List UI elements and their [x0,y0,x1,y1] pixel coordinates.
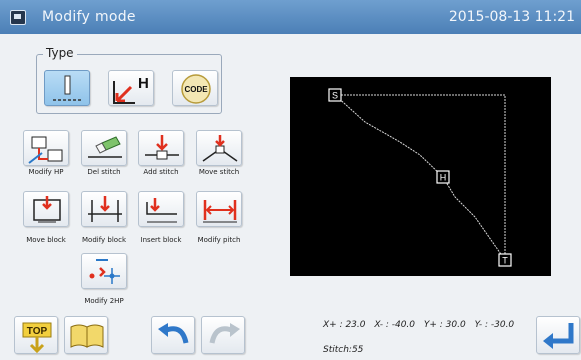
svg-text:H: H [440,173,447,183]
modify-pitch-button[interactable] [196,191,242,227]
height-type-button[interactable]: H [108,70,154,106]
start-marker: S [328,88,342,102]
page-title: Modify mode [42,9,136,25]
type-legend: Type [43,46,77,60]
del-stitch-label: Del stitch [87,168,121,176]
del-stitch-button[interactable] [81,130,127,166]
move-stitch-icon [202,135,238,162]
x-minus-value: X- : -40.0 [374,320,416,330]
insert-block-label: Insert block [140,236,182,244]
move-block-label: Move block [26,236,66,244]
undo-button[interactable] [151,316,195,354]
middle-marker: H [436,170,450,184]
svg-text:CODE: CODE [184,85,208,94]
add-stitch-label: Add stitch [143,168,179,176]
book-icon [70,324,104,348]
x-plus-value: X+ : 23.0 [323,320,366,330]
move-block-icon [33,196,61,223]
modify-2hp-button[interactable] [81,253,127,289]
modify-hp-label: Modify HP [28,168,64,176]
modify-2hp-icon [89,259,120,284]
svg-text:S: S [332,91,338,101]
needle-icon [53,75,83,101]
modify-block-icon [88,196,122,222]
redo-button[interactable] [201,316,245,354]
insert-block-button[interactable] [138,191,184,227]
svg-text:TOP: TOP [27,326,48,337]
pattern-preview[interactable]: S H T [290,77,551,276]
mode-icon [10,10,26,25]
add-stitch-button[interactable] [138,130,184,166]
stitch-count: Stitch:55 [323,345,364,355]
top-icon: TOP [22,322,52,354]
svg-text:T: T [502,256,508,266]
pattern-drawing: S H T [328,88,512,267]
svg-text:H: H [138,75,149,92]
range-readout: X+ : 23.0 X- : -40.0 Y+ : 30.0 Y- : -30.… [323,320,520,330]
enter-icon [543,323,574,349]
modify-2hp-label: Modify 2HP [84,297,124,305]
modify-block-label: Modify block [82,236,126,244]
y-plus-value: Y+ : 30.0 [423,320,466,330]
move-stitch-button[interactable] [196,130,242,166]
end-marker: T [498,253,512,267]
modify-hp-button[interactable] [23,130,69,166]
y-minus-value: Y- : -30.0 [474,320,515,330]
pitch-icon [203,200,237,223]
stitch-type-button[interactable] [44,70,90,106]
datetime: 2015-08-13 11:21 [448,9,575,25]
eraser-icon [88,136,122,158]
top-button[interactable]: TOP [14,316,58,354]
code-type-button[interactable]: CODE [172,70,218,106]
enter-button[interactable] [536,316,580,354]
modify-block-button[interactable] [81,191,127,227]
undo-icon [158,323,189,344]
code-icon: CODE [181,74,211,104]
add-stitch-icon [145,135,179,160]
move-stitch-label: Move stitch [198,168,240,176]
move-block-button[interactable] [23,191,69,227]
title-bar: Modify mode 2015-08-13 11:21 [0,0,581,34]
redo-icon [209,323,240,344]
book-button[interactable] [64,316,108,354]
height-arrow-icon: H [113,75,149,104]
insert-block-icon [146,198,177,223]
modify-pitch-label: Modify pitch [197,236,241,244]
modify-hp-icon [28,136,63,164]
